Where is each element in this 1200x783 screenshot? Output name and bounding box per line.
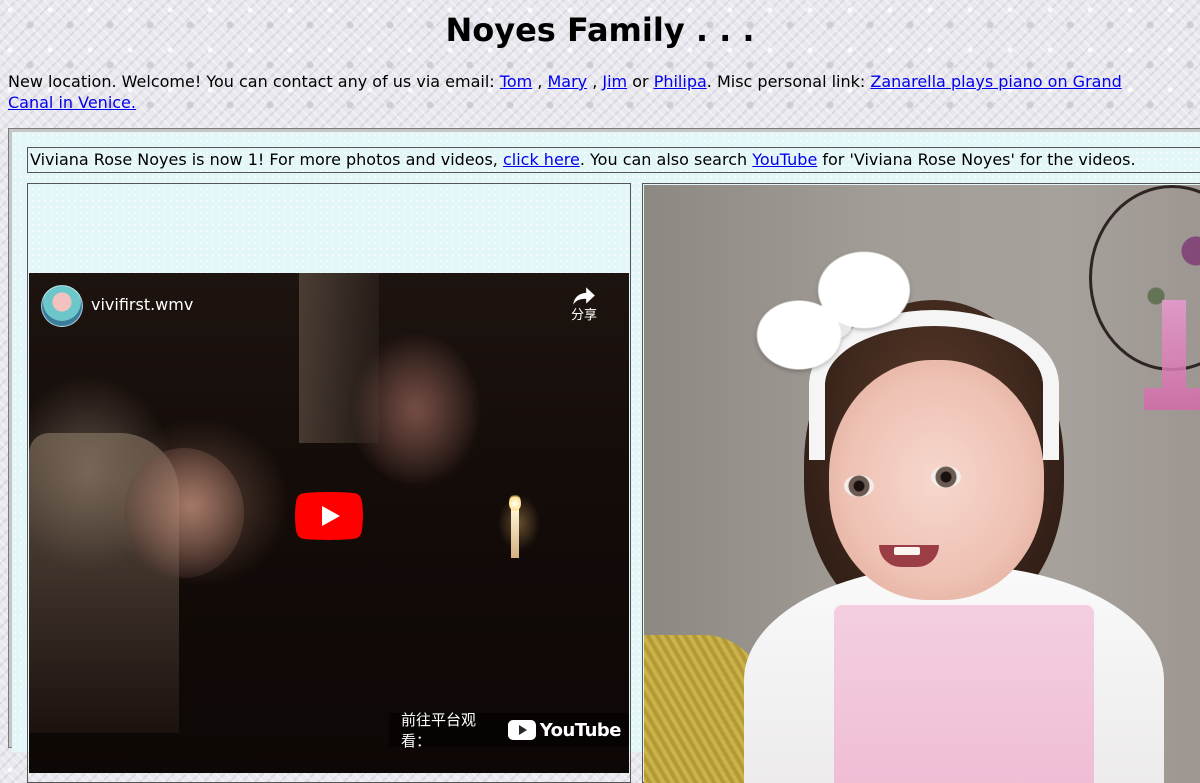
- video-frame-scene: [349, 333, 479, 483]
- baby-photo: [644, 185, 1200, 783]
- video-frame-scene: [124, 448, 244, 578]
- email-link-tom[interactable]: Tom: [500, 72, 532, 91]
- watch-on-label: 前往平台观看：: [401, 711, 477, 750]
- eye-shape: [844, 475, 874, 497]
- white-bow-shape: [729, 230, 929, 390]
- eye-shape: [931, 466, 961, 488]
- email-link-mary[interactable]: Mary: [547, 72, 587, 91]
- share-button[interactable]: 分享: [561, 285, 607, 325]
- email-link-jim[interactable]: Jim: [602, 72, 627, 91]
- announcement-text: Viviana Rose Noyes is now 1! For more ph…: [30, 150, 503, 169]
- intro-separator: ,: [532, 72, 548, 91]
- youtube-logo-text: YouTube: [539, 719, 622, 741]
- share-label: 分享: [570, 308, 597, 323]
- watch-on-youtube-button[interactable]: 前往平台观看： YouTube: [389, 711, 629, 750]
- announcement-text: for 'Viviana Rose Noyes' for the videos.: [817, 150, 1136, 169]
- intro-separator: ,: [587, 72, 603, 91]
- photo-cell: [642, 183, 1200, 783]
- intro-text: New location. Welcome! You can contact a…: [8, 72, 500, 91]
- announcement-cell: Viviana Rose Noyes is now 1! For more ph…: [27, 147, 1200, 173]
- youtube-logo: YouTube: [507, 719, 622, 741]
- play-button-icon[interactable]: [295, 492, 363, 540]
- candle-flame-shape: [509, 493, 521, 511]
- overalls-shape: [834, 605, 1094, 783]
- video-cell: vivifirst.wmv 分享 前往平台观看： YouTube: [27, 183, 631, 783]
- youtube-link[interactable]: YouTube: [752, 150, 817, 169]
- teeth-shape: [894, 547, 920, 555]
- page-title: Noyes Family . . .: [445, 11, 755, 49]
- youtube-video-player[interactable]: vivifirst.wmv 分享 前往平台观看： YouTube: [29, 273, 629, 773]
- content-panel: Viviana Rose Noyes is now 1! For more ph…: [12, 132, 1200, 783]
- channel-avatar-icon[interactable]: [41, 285, 83, 327]
- email-link-philipa[interactable]: Philipa: [654, 72, 707, 91]
- youtube-logo-icon: [507, 720, 536, 740]
- intro-separator: or: [627, 72, 654, 91]
- candle-shape: [511, 508, 519, 558]
- intro-text-misc: . Misc personal link:: [706, 72, 871, 91]
- main-content-table: Viviana Rose Noyes is now 1! For more ph…: [8, 128, 1200, 783]
- video-title[interactable]: vivifirst.wmv: [91, 293, 193, 317]
- intro-paragraph: New location. Welcome! You can contact a…: [8, 71, 1158, 113]
- announcement-text: . You can also search: [579, 150, 753, 169]
- click-here-link[interactable]: click here: [503, 150, 580, 169]
- share-arrow-icon: [573, 287, 595, 305]
